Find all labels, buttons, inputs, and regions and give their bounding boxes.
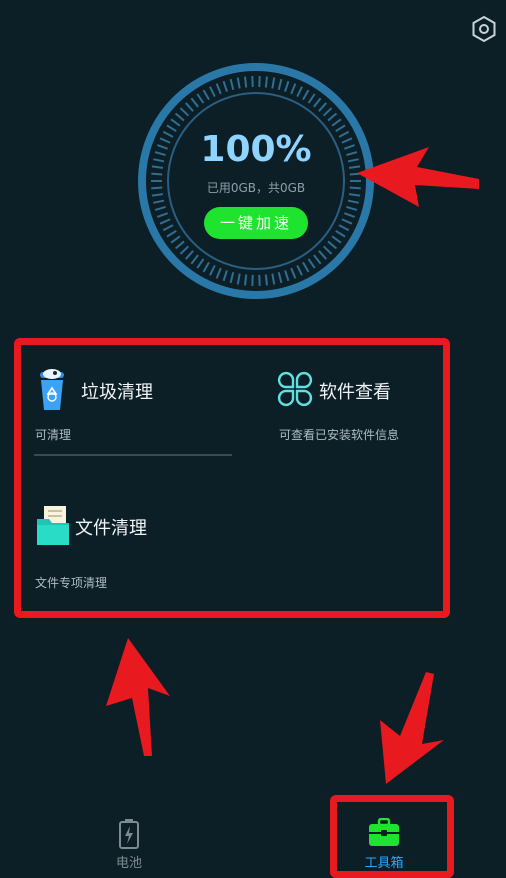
gauge-tick — [331, 118, 342, 127]
gauge-tick — [302, 89, 310, 101]
gauge-tick — [331, 235, 342, 244]
gauge-tick — [229, 78, 235, 91]
gauge-tick — [244, 274, 248, 286]
gauge-tick — [244, 76, 248, 88]
annotation-tools-box — [14, 338, 450, 618]
gauge-tick — [338, 224, 350, 232]
gauge-tick — [174, 112, 185, 122]
toolbox-icon — [368, 817, 400, 848]
gauge-tick — [313, 254, 322, 265]
gauge-tick — [318, 102, 328, 112]
gauge-tick — [170, 118, 181, 127]
gauge-tick — [264, 76, 268, 88]
speed-up-button[interactable]: 一键加速 — [204, 207, 308, 239]
gauge-tick — [166, 229, 177, 238]
tab-toolbox-label: 工具箱 — [364, 856, 404, 871]
gauge-tick — [296, 86, 303, 97]
gauge-tick — [202, 261, 210, 273]
gauge-tick — [290, 267, 297, 279]
gauge-tick — [156, 212, 169, 218]
settings-icon[interactable] — [470, 15, 498, 43]
gauge-tick — [277, 271, 283, 284]
gauge-tick — [284, 270, 290, 282]
gauge-tick — [209, 265, 216, 276]
gauge-tick — [313, 97, 322, 108]
gauge-tick — [322, 107, 333, 117]
gauge-tick — [154, 205, 166, 211]
usage-text: 已用0GB，共0GB — [206, 181, 306, 195]
gauge-tick — [322, 245, 333, 255]
usage-percent: 100% — [200, 129, 312, 170]
gauge-tick — [196, 258, 205, 269]
gauge-tick — [296, 265, 303, 276]
gauge-tick — [335, 229, 346, 238]
gauge-tick — [318, 250, 328, 260]
annotation-arrow-toolbox — [380, 672, 444, 784]
gauge-tick — [174, 240, 185, 250]
gauge-tick — [327, 112, 338, 122]
gauge-tick — [190, 254, 199, 265]
gauge-tick — [215, 83, 222, 95]
tab-battery-label: 电池 — [115, 856, 142, 871]
gauge-tick — [302, 261, 310, 273]
gauge-tick — [271, 77, 276, 89]
tab-toolbox[interactable]: 工具箱 — [352, 817, 416, 871]
gauge-tick — [307, 258, 316, 269]
gauge-tick — [202, 89, 210, 101]
gauge-tick — [307, 93, 316, 104]
gauge-tick — [284, 80, 290, 92]
gauge-tick — [341, 218, 353, 225]
gauge-tick — [343, 212, 356, 218]
gauge-tick — [290, 83, 297, 95]
gauge-tick — [179, 245, 190, 255]
gauge-tick — [179, 107, 190, 117]
gauge-tick — [236, 273, 241, 285]
gauge-tick — [236, 77, 241, 89]
gauge-tick — [170, 235, 181, 244]
battery-icon — [118, 818, 140, 850]
gauge-tick — [159, 218, 171, 225]
gauge-tick — [327, 240, 338, 250]
gauge-tick — [162, 224, 174, 232]
gauge-tick — [151, 172, 163, 176]
gauge-tick — [277, 78, 283, 91]
gauge-tick — [190, 97, 199, 108]
gauge-tick — [153, 199, 165, 204]
gauge-tick — [184, 102, 194, 112]
tab-battery[interactable]: 电池 — [100, 818, 158, 871]
gauge-tick — [271, 273, 276, 285]
gauge-tick — [229, 271, 235, 284]
gauge-tick — [196, 93, 205, 104]
storage-gauge: 100% 已用0GB，共0GB 一键加速 — [136, 61, 376, 301]
gauge-tick — [184, 250, 194, 260]
gauge-tick — [264, 274, 268, 286]
annotation-arrow-gauge — [357, 147, 479, 207]
annotation-arrow-tools — [106, 638, 170, 756]
gauge-tick — [222, 270, 228, 282]
gauge-tick — [222, 80, 228, 92]
gauge-tick — [215, 267, 222, 279]
gauge-tick — [209, 86, 216, 97]
